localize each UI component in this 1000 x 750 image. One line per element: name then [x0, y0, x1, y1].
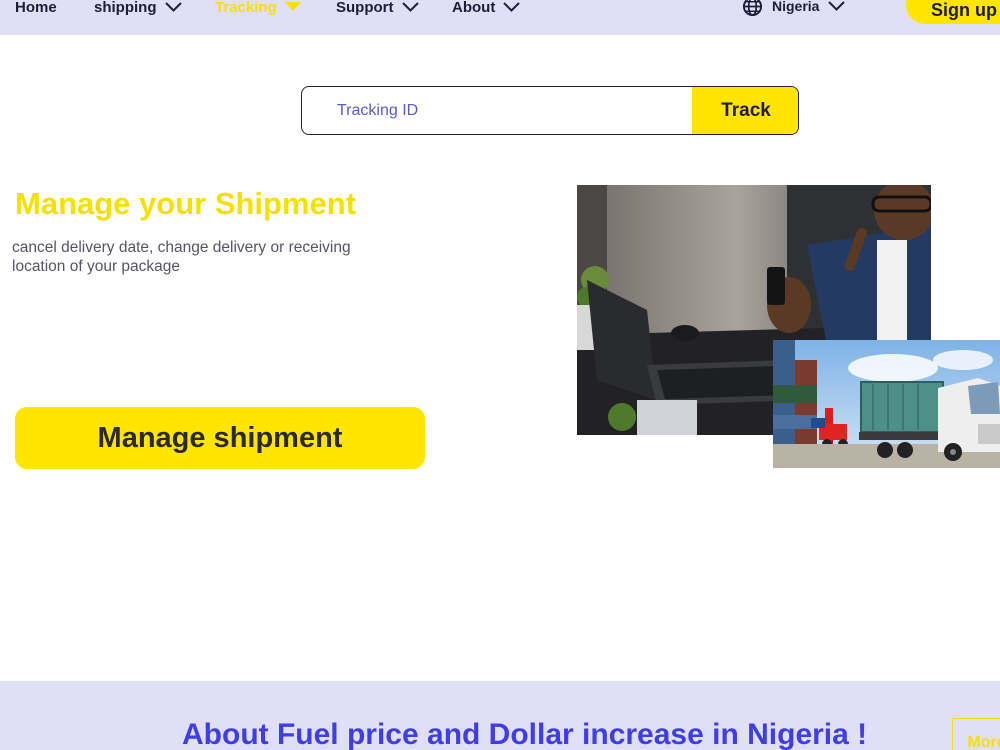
- caret-down-icon: [284, 2, 301, 11]
- nav-shipping-label: shipping: [94, 0, 157, 16]
- nav-support-label: Support: [336, 0, 394, 16]
- track-button[interactable]: Track: [692, 87, 798, 134]
- sign-up-button[interactable]: Sign up: [906, 0, 1000, 24]
- nav-about-label: About: [452, 0, 496, 16]
- country-selector[interactable]: Nigeria: [742, 0, 846, 17]
- nav-shipping-menu[interactable]: shipping: [94, 0, 182, 17]
- chevron-down-icon: [401, 2, 419, 12]
- nav-tracking-menu[interactable]: Tracking: [215, 0, 301, 17]
- nav-support-menu[interactable]: Support: [336, 0, 419, 17]
- tracking-search: Track: [301, 86, 799, 135]
- nav-home-label: Home: [15, 0, 57, 16]
- manage-shipment-button[interactable]: Manage shipment: [15, 407, 425, 469]
- banner-title: About Fuel price and Dollar increase in …: [182, 718, 868, 750]
- more-button[interactable]: More: [952, 718, 1000, 750]
- globe-icon: [742, 0, 763, 16]
- country-label: Nigeria: [772, 0, 820, 14]
- chevron-down-icon: [164, 2, 182, 12]
- tracking-id-input[interactable]: [302, 87, 692, 134]
- chevron-down-icon: [503, 2, 521, 12]
- hero-description: cancel delivery date, change delivery or…: [12, 239, 351, 275]
- nav-tracking-label: Tracking: [215, 0, 277, 16]
- container-truck-photo: [773, 340, 1000, 468]
- nav-home-link[interactable]: Home: [15, 0, 57, 17]
- hero-title: Manage your Shipment: [15, 186, 357, 221]
- nav-about-menu[interactable]: About: [452, 0, 521, 17]
- chevron-down-icon: [828, 1, 846, 11]
- top-navigation: Home shipping Tracking Support About Nig…: [0, 0, 1000, 35]
